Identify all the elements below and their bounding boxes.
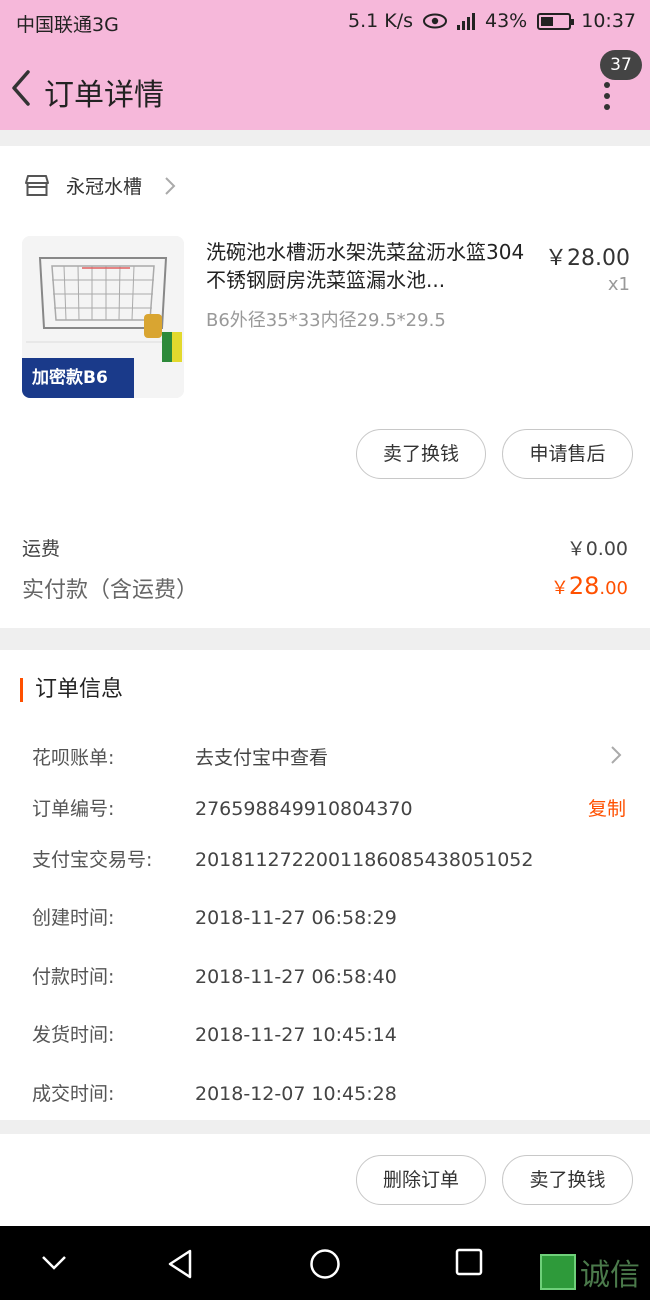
product-thumb-label: 加密款B6 xyxy=(22,358,134,398)
signal-icon xyxy=(457,12,475,30)
info-value: 276598849910804370 xyxy=(195,798,413,820)
page-title: 订单详情 xyxy=(44,78,164,113)
info-key: 发货时间: xyxy=(32,1024,115,1046)
app-header-area: 中国联通3G 5.1 K/s 43% 10:37 订单详情 37 xyxy=(0,0,650,130)
order-info-card: 订单信息 花呗账单: 去支付宝中查看 订单编号: 27659884991080437… xyxy=(0,650,650,1120)
paid-integer: 28 xyxy=(568,572,600,600)
product-spec: B6外径35*33内径29.5*29.5 xyxy=(206,310,446,331)
info-value: 去支付宝中查看 xyxy=(195,747,329,769)
system-nav-bar: 诚信 xyxy=(0,1226,650,1300)
shipped-time-row: 发货时间: 2018-11-27 10:45:14 xyxy=(32,1020,397,1047)
message-count-badge[interactable]: 37 xyxy=(600,50,642,80)
status-bar: 中国联通3G 5.1 K/s 43% 10:37 xyxy=(0,0,650,44)
nav-header: 订单详情 37 xyxy=(0,44,650,130)
order-number-row: 订单编号: 276598849910804370 xyxy=(32,794,413,821)
recents-square-icon[interactable] xyxy=(455,1248,483,1276)
info-key: 创建时间: xyxy=(32,907,115,929)
info-key: 订单编号: xyxy=(32,798,115,820)
order-goods-card: 永冠水槽 加密款B6 洗碗池水槽沥水架洗菜盆沥水篮304不锈钢厨房洗菜篮漏水池.… xyxy=(0,146,650,628)
chevron-right-icon[interactable] xyxy=(610,745,622,765)
shipping-value: ￥0.00 xyxy=(566,538,628,560)
product-title[interactable]: 洗碗池水槽沥水架洗菜盆沥水篮304不锈钢厨房洗菜篮漏水池... xyxy=(206,238,540,294)
battery-icon xyxy=(537,12,575,30)
info-value: 2018-11-27 06:58:29 xyxy=(195,907,397,929)
info-key: 成交时间: xyxy=(32,1083,115,1105)
product-price: ￥28.00 xyxy=(545,246,630,271)
product-thumbnail[interactable]: 加密款B6 xyxy=(22,236,184,398)
eye-icon xyxy=(423,13,447,29)
order-info-title: 订单信息 xyxy=(20,678,123,702)
store-icon xyxy=(25,174,49,196)
shipping-label: 运费 xyxy=(22,538,61,560)
battery-percent: 43% xyxy=(485,10,528,32)
huabei-bill-row[interactable]: 花呗账单: 去支付宝中查看 xyxy=(32,743,328,770)
watermark-text: 诚信 xyxy=(580,1258,640,1293)
product-quantity: x1 xyxy=(607,274,630,295)
info-value: 2018-11-27 06:58:40 xyxy=(195,966,397,988)
sell-for-cash-button-bottom[interactable]: 卖了换钱 xyxy=(502,1155,633,1205)
shop-name: 永冠水槽 xyxy=(66,176,143,198)
watermark-icon xyxy=(540,1254,576,1290)
network-speed: 5.1 K/s xyxy=(347,10,413,32)
info-key: 支付宝交易号: xyxy=(32,849,153,871)
bottom-action-bar: 删除订单 卖了换钱 xyxy=(0,1134,650,1226)
chevron-down-icon[interactable] xyxy=(40,1254,68,1272)
info-value: 2018-11-27 10:45:14 xyxy=(195,1024,397,1046)
info-key: 花呗账单: xyxy=(32,747,115,769)
back-arrow-icon[interactable] xyxy=(8,68,36,108)
delete-order-button[interactable]: 删除订单 xyxy=(356,1155,486,1205)
shop-link[interactable]: 永冠水槽 xyxy=(24,172,192,199)
watermark-logo: 诚信 xyxy=(540,1250,640,1294)
home-circle-icon[interactable] xyxy=(309,1248,341,1280)
clock: 10:37 xyxy=(581,10,636,32)
apply-after-sale-button[interactable]: 申请售后 xyxy=(502,429,633,479)
sell-for-cash-button[interactable]: 卖了换钱 xyxy=(356,429,486,479)
paid-time-row: 付款时间: 2018-11-27 06:58:40 xyxy=(32,962,397,989)
chevron-right-icon xyxy=(165,176,176,195)
info-value: 2018-12-07 10:45:28 xyxy=(195,1083,397,1105)
completed-time-row: 成交时间: 2018-12-07 10:45:28 xyxy=(32,1079,397,1106)
alipay-trade-row: 支付宝交易号: 2018112722001186085438051052 xyxy=(32,845,533,872)
info-key: 付款时间: xyxy=(32,966,115,988)
more-menu-icon[interactable] xyxy=(604,82,610,115)
back-triangle-icon[interactable] xyxy=(166,1248,194,1280)
carrier-label: 中国联通3G xyxy=(16,14,119,36)
paid-amount-label: 实付款（含运费） xyxy=(22,578,199,603)
created-time-row: 创建时间: 2018-11-27 06:58:29 xyxy=(32,903,397,930)
paid-decimal: .00 xyxy=(599,578,628,599)
paid-amount-value: ￥28.00 xyxy=(551,572,628,600)
copy-order-number-button[interactable]: 复制 xyxy=(588,794,626,821)
paid-currency: ￥ xyxy=(550,578,569,599)
info-value: 2018112722001186085438051052 xyxy=(195,849,534,871)
